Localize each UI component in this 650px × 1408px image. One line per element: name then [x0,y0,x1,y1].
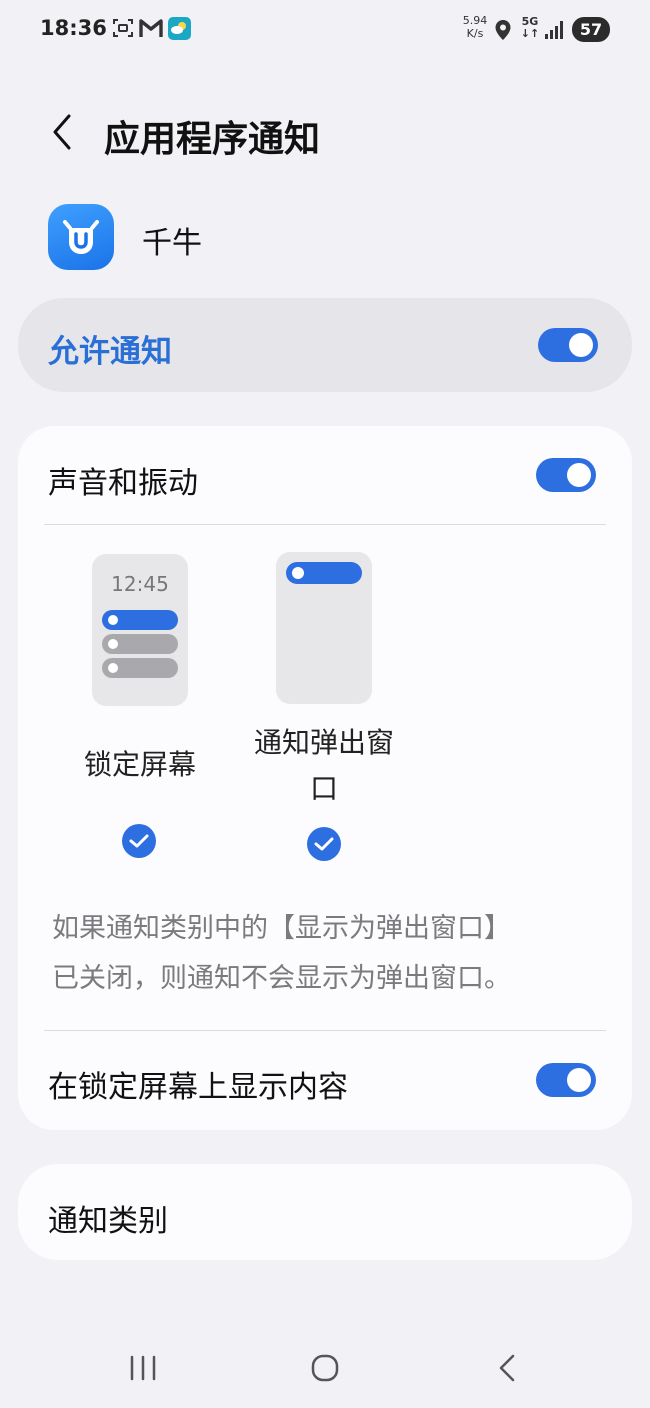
weather-icon [168,17,191,44]
popup-preview[interactable] [276,552,372,704]
lock-screen-preview[interactable]: 12:45 [92,554,188,706]
network-speed: 5.94 K/s [462,14,488,40]
popup-label: 通知弹出窗 口 [253,726,394,805]
allow-notifications-row[interactable]: 允许通知 [18,298,632,392]
nav-back-button[interactable] [477,1340,537,1396]
signal-icon [544,20,566,44]
back-icon [499,1354,515,1382]
recent-apps-button[interactable] [113,1340,173,1396]
popup-checkbox[interactable] [307,827,341,861]
popup-info-text: 如果通知类别中的【显示为弹出窗口】 已关闭，则通知不会显示为弹出窗口。 [52,913,511,994]
data-arrows-icon: ↓↑ [520,27,540,40]
preview-notification-pill [102,610,178,630]
gmail-icon [139,17,163,43]
location-icon [494,19,512,45]
qianniu-app-icon [48,204,114,270]
preview-notification-pill [102,634,178,654]
sound-vibration-toggle[interactable] [536,458,596,492]
screenshot-icon [112,17,134,43]
checkmark-icon [314,837,334,851]
divider [44,1030,606,1031]
sound-vibration-label[interactable]: 声音和振动 [48,458,198,502]
show-content-label[interactable]: 在锁定屏幕上显示内容 [48,1062,348,1106]
status-bar: 18:36 5.94 K/s 5G ↓↑ 57 [0,0,650,60]
toggle-knob [567,1068,591,1092]
chevron-left-icon [53,114,71,150]
app-name: 千牛 [142,226,202,261]
notification-categories-row[interactable]: 通知类别 [18,1164,632,1260]
home-icon [311,1354,339,1382]
notification-settings-card: 声音和振动 12:45 锁定屏幕 通知弹出窗 口 如果通知类别中的【显示为弹出窗… [18,426,632,1130]
preview-notification-pill [102,658,178,678]
preview-notification-pill [286,562,362,584]
allow-notifications-label: 允许通知 [48,334,172,370]
network-type: 5G ↓↑ [520,15,540,40]
lock-screen-label: 锁定屏幕 [83,748,196,781]
battery-indicator: 57 [572,17,610,42]
notification-categories-label: 通知类别 [48,1204,168,1239]
recent-apps-icon [130,1355,156,1381]
home-button[interactable] [295,1340,355,1396]
toggle-knob [569,333,593,357]
checkmark-icon [129,834,149,848]
divider [44,524,606,525]
page-title: 应用程序通知 [104,119,321,160]
status-time: 18:36 [40,16,107,40]
lock-screen-preview-time: 12:45 [111,572,169,596]
allow-notifications-toggle[interactable] [538,328,598,362]
lock-screen-checkbox[interactable] [122,824,156,858]
show-content-toggle[interactable] [536,1063,596,1097]
toggle-knob [567,463,591,487]
back-button[interactable] [40,108,84,156]
